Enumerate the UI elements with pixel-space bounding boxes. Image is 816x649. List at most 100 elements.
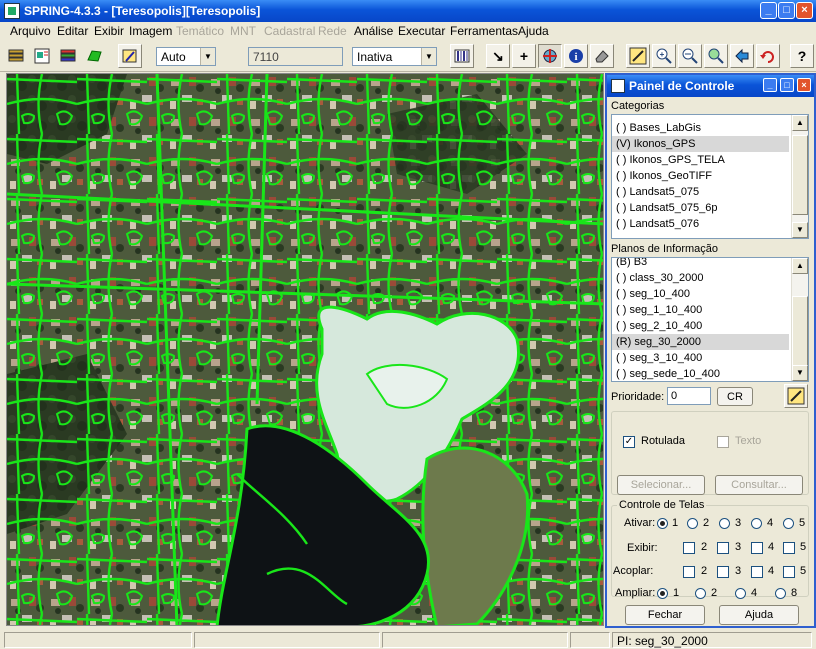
ativar-radio-2[interactable] — [687, 518, 698, 529]
project-icon[interactable] — [30, 44, 54, 68]
ampliar-radio-2[interactable] — [695, 588, 706, 599]
categories-scrollbar[interactable]: ▲ ▼ — [791, 115, 808, 238]
menu-ferramentas[interactable]: Ferramentas — [450, 24, 518, 38]
arrow-down-right-icon[interactable]: ↘ — [486, 44, 510, 68]
menu-mnt[interactable]: MNT — [230, 24, 256, 38]
scroll-down-arrow-icon[interactable]: ▼ — [792, 365, 808, 381]
list-item[interactable]: (R) seg_30_2000 — [612, 334, 789, 350]
map-canvas[interactable] — [6, 73, 604, 626]
exibir-option-label: 2 — [701, 541, 708, 553]
close-button[interactable]: × — [796, 2, 813, 19]
menu-rede[interactable]: Rede — [318, 24, 347, 38]
scrollbar-thumb[interactable] — [792, 296, 808, 366]
ampliar-radio-8[interactable] — [775, 588, 786, 599]
acoplar-checkbox-4[interactable] — [751, 566, 763, 578]
exibir-checkbox-4[interactable] — [751, 542, 763, 554]
planes-list[interactable]: (B) B3 ( ) class_30_2000 ( ) seg_10_400 … — [611, 257, 809, 382]
texto-checkbox[interactable] — [717, 436, 729, 448]
list-item[interactable]: ( ) seg_3_10_400 — [616, 350, 702, 366]
menu-exibir[interactable]: Exibir — [94, 24, 124, 38]
ampliar-radio-4[interactable] — [735, 588, 746, 599]
help-icon[interactable]: ? — [790, 44, 814, 68]
list-item[interactable]: ( ) seg_2_10_400 — [616, 318, 702, 334]
segmentation-image[interactable] — [7, 74, 604, 626]
menu-arquivo[interactable]: Arquivo — [10, 24, 51, 38]
ativar-radio-1[interactable] — [657, 518, 668, 529]
eraser-icon[interactable] — [590, 44, 614, 68]
pan-icon[interactable] — [538, 44, 562, 68]
edit-pencil-icon[interactable] — [784, 384, 808, 408]
status-select[interactable]: Inativa ▼ — [352, 47, 437, 66]
barcode-icon[interactable] — [450, 44, 474, 68]
undo-icon[interactable] — [756, 44, 780, 68]
control-panel: Painel de Controle _ □ × Categorias ( ) … — [605, 73, 816, 628]
ampliar-option-label: 4 — [751, 587, 758, 599]
zoom-in-icon[interactable]: + — [652, 44, 676, 68]
ampliar-radio-1[interactable] — [657, 588, 668, 599]
acoplar-checkbox-2[interactable] — [683, 566, 695, 578]
menu-editar[interactable]: Editar — [57, 24, 88, 38]
spring-app-icon[interactable] — [4, 3, 20, 19]
exibir-checkbox-3[interactable] — [717, 542, 729, 554]
edit-pencil-icon[interactable] — [626, 44, 650, 68]
list-item[interactable]: ( ) Landsat5_075 — [616, 184, 699, 200]
menu-analise[interactable]: Análise — [354, 24, 393, 38]
cursor-cross-icon[interactable]: + — [512, 44, 536, 68]
rotulada-checkbox[interactable]: ✓ — [623, 436, 635, 448]
menu-tematico[interactable]: Temático — [176, 24, 224, 38]
ativar-radio-4[interactable] — [751, 518, 762, 529]
list-item[interactable]: ( ) seg_sede_10_400 — [616, 366, 720, 381]
list-item[interactable]: (B) B3 — [616, 258, 647, 270]
cr-button[interactable]: CR — [717, 387, 753, 406]
status-cell — [194, 632, 380, 648]
scroll-up-arrow-icon[interactable]: ▲ — [792, 115, 808, 131]
list-item[interactable]: (V) Ikonos_GPS — [612, 136, 789, 152]
panel-minimize-button[interactable]: _ — [763, 78, 777, 92]
back-arrow-icon[interactable] — [730, 44, 754, 68]
scale-value-field[interactable]: 7110 — [248, 47, 343, 66]
menu-cadastral[interactable]: Cadastral — [264, 24, 315, 38]
help-button[interactable]: Ajuda — [719, 605, 799, 625]
scroll-up-arrow-icon[interactable]: ▲ — [792, 258, 808, 274]
layers-icon[interactable] — [56, 44, 80, 68]
list-item[interactable]: ( ) seg_10_400 — [616, 286, 690, 302]
exibir-checkbox-2[interactable] — [683, 542, 695, 554]
polygon-icon[interactable] — [82, 44, 106, 68]
info-icon[interactable]: i — [564, 44, 588, 68]
list-item[interactable]: ( ) class_30_2000 — [616, 270, 703, 286]
list-item[interactable]: ( ) seg_1_10_400 — [616, 302, 702, 318]
zoom-out-icon[interactable] — [678, 44, 702, 68]
consult-button[interactable]: Consultar... — [715, 475, 803, 495]
planes-scrollbar[interactable]: ▲ ▼ — [791, 258, 808, 381]
acoplar-checkbox-5[interactable] — [783, 566, 795, 578]
acoplar-option-label: 2 — [701, 565, 708, 577]
close-panel-button[interactable]: Fechar — [625, 605, 705, 625]
scale-mode-select[interactable]: Auto ▼ — [156, 47, 216, 66]
scrollbar-thumb[interactable] — [792, 135, 808, 215]
ativar-radio-3[interactable] — [719, 518, 730, 529]
acoplar-checkbox-3[interactable] — [717, 566, 729, 578]
categories-list[interactable]: ( ) Bases_LabGis (V) Ikonos_GPS ( ) Ikon… — [611, 114, 809, 239]
scroll-down-arrow-icon[interactable]: ▼ — [792, 222, 808, 238]
select-button[interactable]: Selecionar... — [617, 475, 705, 495]
maximize-button[interactable]: □ — [778, 2, 795, 19]
menu-executar[interactable]: Executar — [398, 24, 445, 38]
ampliar-option-label: 2 — [711, 587, 718, 599]
exibir-checkbox-5[interactable] — [783, 542, 795, 554]
zoom-area-icon[interactable] — [704, 44, 728, 68]
priority-input[interactable]: 0 — [667, 387, 711, 405]
database-icon[interactable] — [4, 44, 28, 68]
minimize-button[interactable]: _ — [760, 2, 777, 19]
list-item[interactable]: ( ) Ikonos_GPS_TELA — [616, 152, 725, 168]
panel-close-button[interactable]: × — [797, 78, 811, 92]
list-item[interactable]: ( ) Ikonos_GeoTIFF — [616, 168, 712, 184]
list-item[interactable]: ( ) Bases_LabGis — [616, 120, 701, 136]
ativar-radio-5[interactable] — [783, 518, 794, 529]
draw-icon[interactable] — [118, 44, 142, 68]
list-item[interactable]: ( ) Landsat5_076 — [616, 216, 699, 232]
panel-maximize-button[interactable]: □ — [780, 78, 794, 92]
exibir-option-label: 5 — [800, 541, 807, 553]
menu-ajuda[interactable]: Ajuda — [518, 24, 549, 38]
menu-imagem[interactable]: Imagem — [129, 24, 172, 38]
list-item[interactable]: ( ) Landsat5_075_6p — [616, 200, 718, 216]
